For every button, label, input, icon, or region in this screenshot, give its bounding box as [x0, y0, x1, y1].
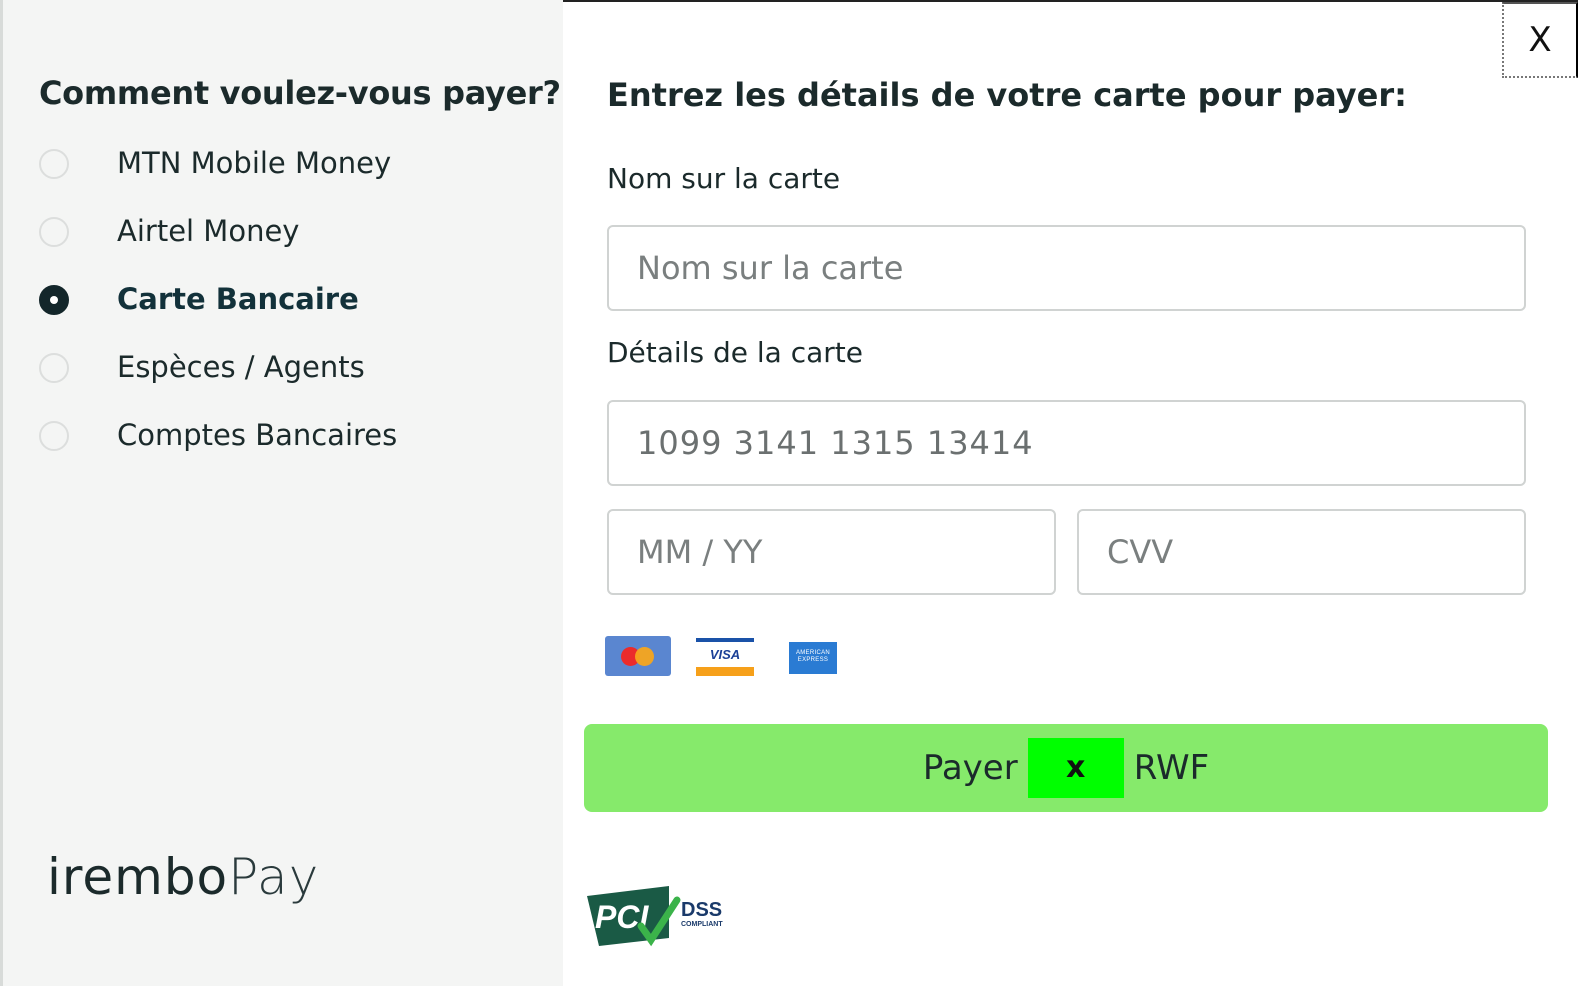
- dss-text: DSS: [681, 899, 722, 921]
- option-comptes-bancaires[interactable]: Comptes Bancaires: [39, 412, 519, 480]
- radio-mtn-mobile-money[interactable]: [39, 149, 69, 179]
- payment-method-title: Comment voulez-vous payer?: [39, 74, 561, 112]
- name-on-card-input[interactable]: [607, 225, 1526, 311]
- option-label: Carte Bancaire: [117, 282, 359, 316]
- close-button[interactable]: X: [1502, 2, 1578, 78]
- payment-method-panel: Comment voulez-vous payer? MTN Mobile Mo…: [0, 0, 563, 986]
- radio-airtel-money[interactable]: [39, 217, 69, 247]
- visa-icon: VISA: [696, 638, 754, 676]
- cvv-input[interactable]: [1077, 509, 1526, 595]
- pay-button-prefix: Payer: [922, 748, 1018, 788]
- logo-brand: irembo: [47, 848, 229, 906]
- name-on-card-label: Nom sur la carte: [607, 162, 841, 195]
- visa-text: VISA: [709, 647, 741, 662]
- mastercard-icon: [605, 636, 671, 676]
- radio-carte-bancaire[interactable]: [39, 285, 69, 315]
- pci-dss-compliant-logo: PCI DSS COMPLIANT: [587, 886, 723, 947]
- expiry-input[interactable]: [607, 509, 1056, 595]
- compliant-text: COMPLIANT: [681, 921, 723, 928]
- option-label: MTN Mobile Money: [117, 146, 392, 180]
- card-details-title: Entrez les détails de votre carte pour p…: [607, 76, 1407, 114]
- option-especes-agents[interactable]: Espèces / Agents: [39, 344, 519, 412]
- pay-button[interactable]: Payer x RWF: [584, 724, 1548, 812]
- logo-suffix: Pay: [228, 848, 320, 906]
- card-details-panel: X Entrez les détails de votre carte pour…: [563, 0, 1578, 986]
- option-mtn-mobile-money[interactable]: MTN Mobile Money: [39, 140, 519, 208]
- card-number-input[interactable]: [607, 400, 1526, 486]
- option-carte-bancaire[interactable]: Carte Bancaire: [39, 276, 519, 344]
- option-label: Airtel Money: [117, 214, 300, 248]
- radio-especes-agents[interactable]: [39, 353, 69, 383]
- irembopay-logo: iremboPay: [47, 848, 319, 906]
- radio-comptes-bancaires[interactable]: [39, 421, 69, 451]
- option-airtel-money[interactable]: Airtel Money: [39, 208, 519, 276]
- pay-currency: RWF: [1133, 748, 1210, 788]
- amex-icon: AMERICAN EXPRESS: [789, 642, 837, 674]
- option-label: Comptes Bancaires: [117, 418, 398, 452]
- payment-method-list: MTN Mobile Money Airtel Money Carte Banc…: [39, 140, 519, 480]
- card-details-label: Détails de la carte: [607, 336, 863, 369]
- option-label: Espèces / Agents: [117, 350, 365, 384]
- pay-amount: x: [1027, 738, 1124, 798]
- amex-text: AMERICAN EXPRESS: [795, 650, 831, 663]
